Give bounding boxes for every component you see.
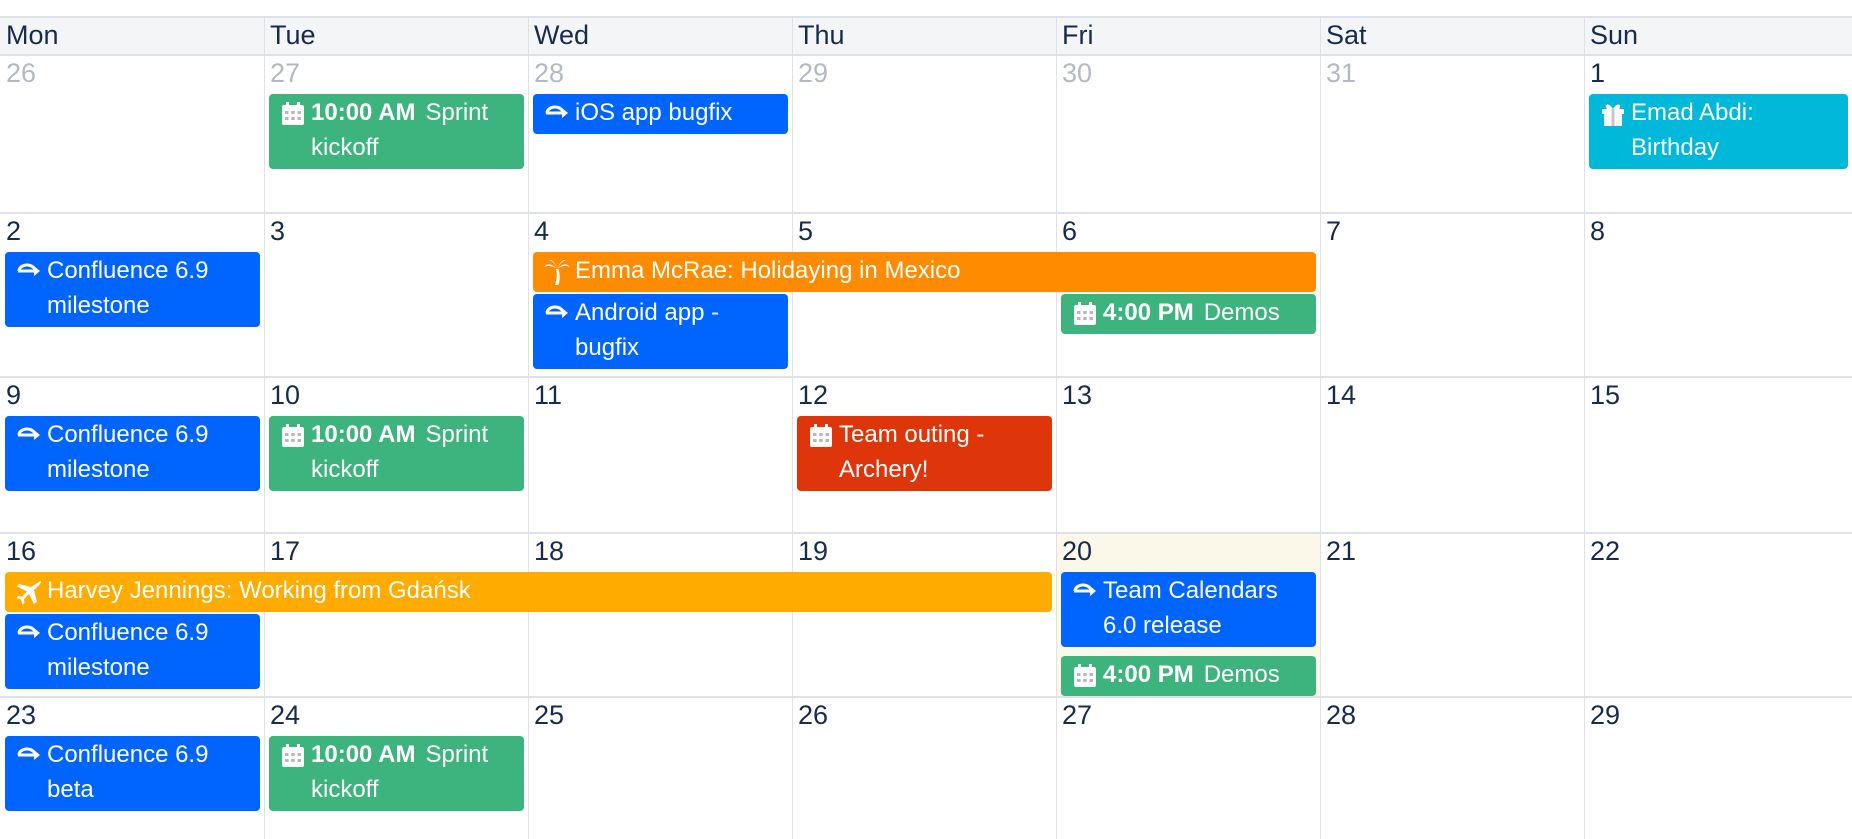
day-number[interactable]: 4 — [528, 214, 549, 248]
calendar-event[interactable]: Harvey Jennings: Working from Gdańsk — [5, 572, 1052, 612]
day-number[interactable]: 2 — [0, 214, 21, 248]
event-title: Demos — [1203, 299, 1280, 326]
palm-tree-icon — [543, 258, 571, 286]
calendar-event[interactable]: 10:00 AM Sprint kickoff — [269, 94, 524, 169]
day-number[interactable]: 29 — [792, 56, 828, 90]
weekday-fri: Fri — [1062, 20, 1094, 50]
weekday-wed: Wed — [534, 20, 590, 50]
weekday-thu: Thu — [798, 20, 845, 50]
calendar-icon — [279, 422, 307, 450]
day-number[interactable]: 22 — [1584, 534, 1620, 568]
event-time: 4:00 PM — [1103, 661, 1194, 688]
weekday-tue: Tue — [270, 20, 316, 50]
event-time: 4:00 PM — [1103, 299, 1194, 326]
calendar-event[interactable]: Confluence 6.9 milestone — [5, 416, 260, 491]
calendar-event[interactable]: Emad Abdi: Birthday — [1589, 94, 1848, 169]
day-number[interactable]: 25 — [528, 698, 564, 732]
event-title: Confluence 6.9 milestone — [47, 619, 209, 681]
airplane-icon — [15, 578, 43, 606]
day-number[interactable]: 15 — [1584, 378, 1620, 412]
milestone-icon — [15, 258, 43, 286]
day-number[interactable]: 1 — [1584, 56, 1605, 90]
day-number[interactable]: 8 — [1584, 214, 1605, 248]
day-number[interactable]: 24 — [264, 698, 300, 732]
calendar-event[interactable]: Team Calendars 6.0 release — [1061, 572, 1316, 647]
calendar-event[interactable]: Confluence 6.9 beta — [5, 736, 260, 811]
day-number[interactable]: 11 — [528, 378, 562, 412]
calendar-event[interactable]: Confluence 6.9 milestone — [5, 252, 260, 327]
day-number[interactable]: 13 — [1056, 378, 1092, 412]
day-number[interactable]: 6 — [1056, 214, 1077, 248]
event-title: Confluence 6.9 beta — [47, 741, 209, 803]
milestone-icon — [543, 100, 571, 128]
calendar-event[interactable]: 4:00 PM Demos — [1061, 294, 1316, 334]
event-title: Android app - bugfix — [575, 299, 720, 361]
calendar-icon — [1071, 300, 1099, 328]
milestone-icon — [543, 300, 571, 328]
calendar-event[interactable]: 10:00 AM Sprint kickoff — [269, 736, 524, 811]
weekday-sun: Sun — [1590, 20, 1639, 50]
calendar-icon — [279, 742, 307, 770]
milestone-icon — [15, 422, 43, 450]
event-title: iOS app bugfix — [575, 99, 733, 126]
day-number[interactable]: 5 — [792, 214, 813, 248]
day-number[interactable]: 10 — [264, 378, 300, 412]
calendar-event[interactable]: Android app - bugfix — [533, 294, 788, 369]
day-number[interactable]: 26 — [0, 56, 36, 90]
calendar-event[interactable]: Confluence 6.9 milestone — [5, 614, 260, 689]
calendar-event[interactable]: Emma McRae: Holidaying in Mexico — [533, 252, 1316, 292]
day-number[interactable]: 18 — [528, 534, 564, 568]
day-number[interactable]: 27 — [1056, 698, 1092, 732]
day-number[interactable]: 28 — [1320, 698, 1356, 732]
event-time: 10:00 AM — [311, 99, 416, 126]
day-number[interactable]: 17 — [264, 534, 300, 568]
day-number[interactable]: 31 — [1320, 56, 1356, 90]
day-number[interactable]: 12 — [792, 378, 828, 412]
event-title: Demos — [1203, 661, 1280, 688]
day-number[interactable]: 23 — [0, 698, 36, 732]
event-title: Team outing - Archery! — [839, 421, 985, 483]
calendar-event[interactable]: 4:00 PM Demos — [1061, 656, 1316, 696]
day-number[interactable]: 30 — [1056, 56, 1092, 90]
event-title: Team Calendars 6.0 release — [1103, 577, 1278, 639]
day-number[interactable]: 7 — [1320, 214, 1341, 248]
day-number[interactable]: 27 — [264, 56, 300, 90]
day-number[interactable]: 26 — [792, 698, 828, 732]
event-title: Confluence 6.9 milestone — [47, 421, 209, 483]
milestone-icon — [15, 620, 43, 648]
calendar-icon — [1071, 662, 1099, 690]
event-title: Harvey Jennings: Working from Gdańsk — [47, 577, 471, 604]
day-number[interactable]: 3 — [264, 214, 285, 248]
milestone-icon — [1071, 578, 1099, 606]
gift-icon — [1599, 100, 1627, 128]
calendar-icon — [807, 422, 835, 450]
event-time: 10:00 AM — [311, 421, 416, 448]
day-number[interactable]: 20 — [1056, 534, 1092, 568]
day-number[interactable]: 19 — [792, 534, 828, 568]
day-number[interactable]: 21 — [1320, 534, 1356, 568]
calendar-icon — [279, 100, 307, 128]
month-calendar: Mon Tue Wed Thu Fri Sat Sun 26 27 28 29 30 31 1 2 3 4 5 6 7… — [0, 0, 1852, 839]
event-title: Emma McRae: Holidaying in Mexico — [575, 257, 961, 284]
weekday-sat: Sat — [1326, 20, 1367, 50]
calendar-event[interactable]: 10:00 AM Sprint kickoff — [269, 416, 524, 491]
day-number[interactable]: 14 — [1320, 378, 1356, 412]
calendar-event[interactable]: Team outing - Archery! — [797, 416, 1052, 491]
event-title: Confluence 6.9 milestone — [47, 257, 209, 319]
event-title: Emad Abdi: Birthday — [1631, 99, 1754, 161]
day-number[interactable]: 9 — [0, 378, 21, 412]
day-number[interactable]: 29 — [1584, 698, 1620, 732]
milestone-icon — [15, 742, 43, 770]
event-time: 10:00 AM — [311, 741, 416, 768]
weekday-mon: Mon — [6, 20, 59, 50]
day-number[interactable]: 16 — [0, 534, 36, 568]
calendar-event[interactable]: iOS app bugfix — [533, 94, 788, 134]
day-number[interactable]: 28 — [528, 56, 564, 90]
